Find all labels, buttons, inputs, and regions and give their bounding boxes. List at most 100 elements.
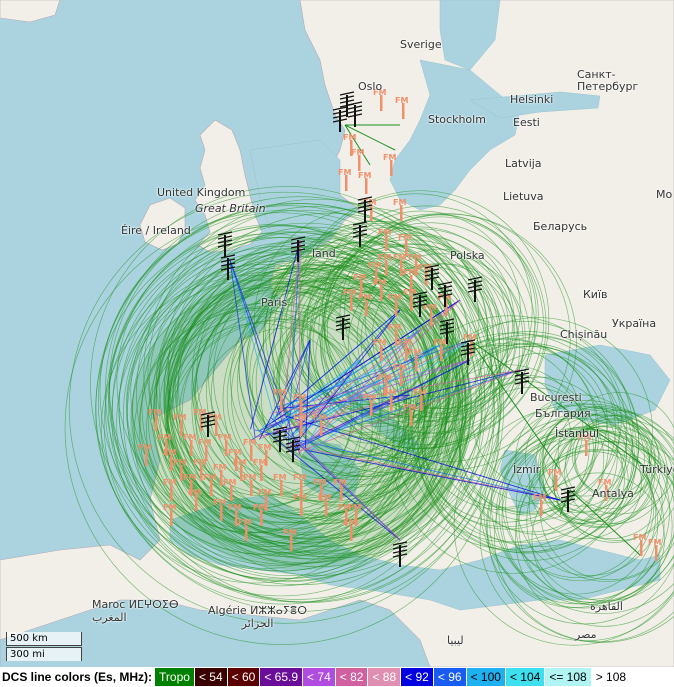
- fm-marker-label: FM: [393, 198, 406, 207]
- legend-item-lt54: < 54: [194, 668, 227, 686]
- label-chisinau: Chișinău: [560, 328, 608, 341]
- fm-marker-pole: [280, 480, 283, 496]
- fm-marker-label: FM: [138, 443, 151, 452]
- fm-marker-label: FM: [173, 413, 186, 422]
- fm-marker-pole: [340, 485, 343, 501]
- legend-item-lt96: < 96: [433, 668, 466, 686]
- fm-marker-pole: [415, 355, 418, 371]
- label-great-britain: Great Britain: [195, 202, 266, 215]
- label-libya: ليبيا: [447, 634, 464, 647]
- fm-marker-label: FM: [228, 503, 241, 512]
- fm-marker-pole: [350, 295, 353, 311]
- fm-marker-label: FM: [353, 273, 366, 282]
- fm-marker-pole: [540, 500, 543, 516]
- fm-marker-pole: [390, 395, 393, 411]
- legend-item-lt104: < 104: [505, 668, 545, 686]
- fm-marker-label: FM: [243, 473, 256, 482]
- fm-marker-pole: [420, 395, 423, 411]
- map-view[interactable]: FM FM FM FM FM FM FM FM FM FM FM FM FM FM FM FM FM FM FM FM…: [0, 0, 674, 667]
- legend-item-tropo: Tropo: [155, 668, 194, 686]
- fm-marker-label: FM: [598, 478, 611, 487]
- fm-marker-label: FM: [358, 293, 371, 302]
- fm-marker-label: FM: [633, 533, 646, 542]
- fm-marker-label: FM: [173, 458, 186, 467]
- fm-marker-label: FM: [218, 433, 231, 442]
- fm-marker-pole: [440, 345, 443, 361]
- fm-marker-pole: [380, 285, 383, 301]
- fm-marker-pole: [350, 525, 353, 541]
- label-misr: مصر: [575, 628, 597, 641]
- fm-marker-pole: [380, 345, 383, 361]
- legend-item-gt108: > 108: [591, 668, 631, 686]
- fm-marker-label: FM: [348, 503, 361, 512]
- fm-marker-label: FM: [383, 388, 396, 397]
- fm-marker-label: FM: [398, 338, 411, 347]
- fm-marker-label: FM: [403, 288, 416, 297]
- fm-marker-label: FM: [378, 228, 391, 237]
- label-turkiye: Türkiye: [640, 463, 674, 476]
- label-eesti: Eesti: [513, 116, 540, 129]
- fm-marker-label: FM: [378, 373, 391, 382]
- fm-marker-label: FM: [388, 323, 401, 332]
- fm-marker-label: FM: [238, 518, 251, 527]
- fm-marker-label: FM: [343, 133, 356, 142]
- fm-marker-label: FM: [283, 528, 296, 537]
- fm-marker-pole: [430, 310, 433, 326]
- fm-marker-label: FM: [163, 478, 176, 487]
- fm-marker-pole: [390, 160, 393, 176]
- label-latvija: Latvija: [505, 157, 542, 170]
- fm-marker-label: FM: [243, 438, 256, 447]
- fm-marker-label: FM: [413, 388, 426, 397]
- landmass-iceland: [0, 0, 61, 23]
- fm-marker-pole: [400, 205, 403, 221]
- fm-marker-label: FM: [313, 413, 326, 422]
- label-polska: Polska: [450, 249, 485, 262]
- fm-marker-pole: [410, 410, 413, 426]
- fm-marker-label: FM: [213, 463, 226, 472]
- fm-marker-pole: [320, 420, 323, 436]
- fm-marker-label: FM: [368, 261, 381, 270]
- fm-marker-label: FM: [648, 538, 661, 547]
- fm-marker-pole: [410, 295, 413, 311]
- fm-marker-pole: [300, 420, 303, 436]
- scale-mi: 300 mi: [6, 647, 82, 661]
- fm-marker-label: FM: [183, 433, 196, 442]
- legend-item-lt88: < 88: [368, 668, 401, 686]
- label-izmir: İzmir: [513, 463, 541, 476]
- fm-marker-label: FM: [253, 458, 266, 467]
- fm-marker-label: FM: [548, 468, 561, 477]
- fm-marker-label: FM: [258, 443, 271, 452]
- fm-marker-label: FM: [395, 96, 408, 105]
- fm-marker-pole: [280, 395, 283, 411]
- label-helsinki: Helsinki: [510, 93, 554, 106]
- fm-marker-label: FM: [193, 408, 206, 417]
- label-saint-petersburg: Санкт- Петербург: [577, 68, 639, 93]
- label-paris: Paris: [261, 296, 288, 309]
- fm-marker-label: FM: [293, 493, 306, 502]
- fm-marker-pole: [355, 510, 358, 526]
- legend-item-lt74: < 74: [303, 668, 335, 686]
- label-istanbul: İstanbul: [555, 427, 600, 440]
- fm-marker-label: FM: [318, 493, 331, 502]
- fm-marker-pole: [370, 205, 373, 221]
- fm-marker-pole: [230, 485, 233, 501]
- fm-marker-label: FM: [258, 488, 271, 497]
- fm-marker-label: FM: [313, 478, 326, 487]
- fm-marker-label: FM: [373, 338, 386, 347]
- label-ukraina: Україна: [612, 317, 657, 330]
- fm-marker-pole: [555, 475, 558, 491]
- fm-marker-pole: [380, 95, 383, 111]
- fm-marker-label: FM: [343, 288, 356, 297]
- label-moskva-partial: Mo: [656, 188, 673, 201]
- fm-marker-pole: [170, 510, 173, 526]
- label-belarus: Беларусь: [533, 220, 588, 233]
- fm-marker-label: FM: [388, 293, 401, 302]
- fm-marker-label: FM: [228, 448, 241, 457]
- fm-marker-pole: [145, 450, 148, 466]
- label-kyiv: Київ: [583, 288, 608, 301]
- fm-marker-pole: [402, 103, 405, 119]
- label-algerie: Algérie ⵍⵣⵣⴰⵢⴻⵔ الجزائر: [208, 604, 308, 630]
- legend-title: DCS line colors (Es, MHz):: [2, 670, 153, 684]
- fm-marker-pole: [385, 260, 388, 276]
- scale-km: 500 km: [6, 632, 82, 646]
